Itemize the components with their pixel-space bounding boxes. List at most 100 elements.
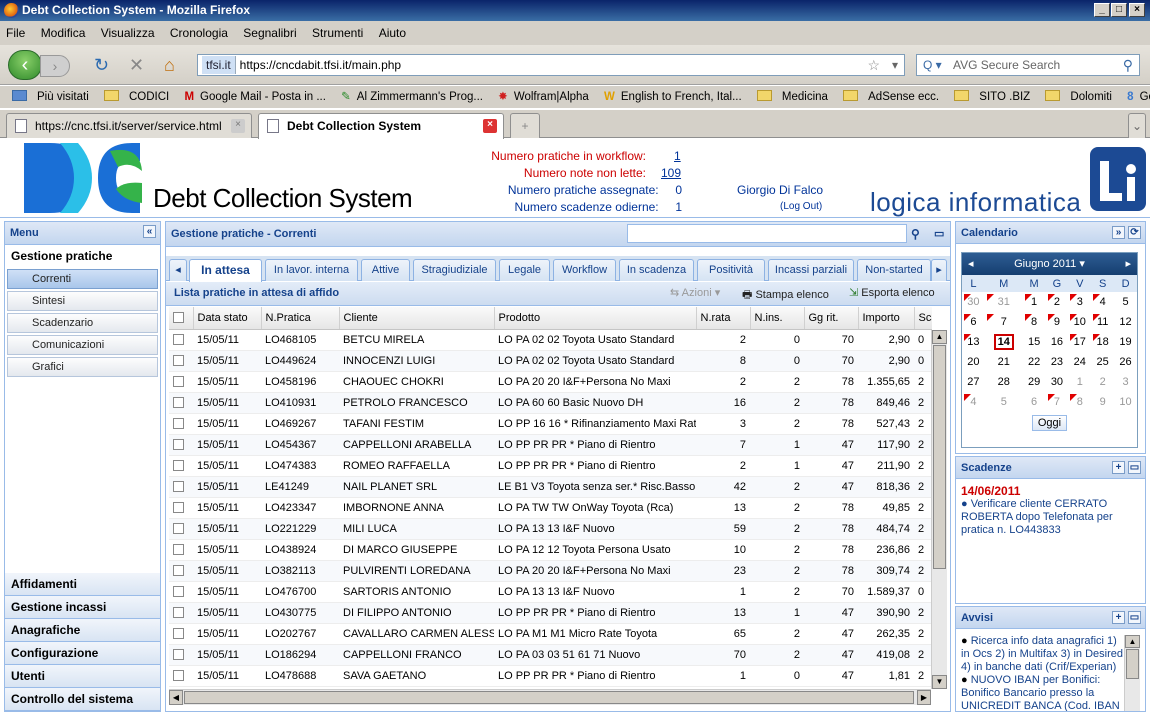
calendar-day[interactable]: 24 bbox=[1068, 352, 1091, 372]
stop-icon[interactable]: ✕ bbox=[129, 55, 144, 75]
table-row[interactable]: 15/05/11 LO458196 CHAOUEC CHOKRI LO PA 20 2… bbox=[169, 371, 932, 393]
new-tab-button[interactable]: + bbox=[510, 113, 540, 138]
expand-panel-icon[interactable]: » bbox=[1112, 226, 1125, 239]
reload-icon[interactable]: ↻ bbox=[94, 55, 109, 75]
search-icon[interactable]: ⚲ bbox=[911, 222, 920, 247]
scroll-right-icon[interactable]: ▶ bbox=[917, 690, 931, 705]
table-row[interactable]: 15/05/11 LO221229 MILI LUCA LO PA 13 13 I&F… bbox=[169, 518, 932, 540]
calendar-day[interactable]: 5 bbox=[985, 392, 1023, 412]
menu-section-affidamenti[interactable]: Affidamenti bbox=[5, 573, 160, 596]
row-checkbox[interactable] bbox=[169, 623, 193, 645]
calendar-month-label[interactable]: Giugno 2011 bbox=[1014, 258, 1076, 270]
calendar-day[interactable]: 8 bbox=[1068, 392, 1091, 412]
back-button[interactable]: ‹ bbox=[8, 50, 42, 80]
row-checkbox[interactable] bbox=[169, 413, 193, 435]
bookmark-zimmermann[interactable]: ✎ Al Zimmermann's Prog... bbox=[335, 86, 483, 108]
row-checkbox[interactable] bbox=[169, 476, 193, 498]
calendar-day[interactable]: 2 bbox=[1046, 292, 1069, 312]
col-prodotto[interactable]: Prodotto bbox=[494, 307, 697, 330]
table-row[interactable]: 15/05/11 LO476700 SARTORIS ANTONIO LO PA 13… bbox=[169, 581, 932, 603]
collapse-menu-icon[interactable]: « bbox=[143, 225, 156, 238]
tabs-scroll-right-icon[interactable]: ▸ bbox=[931, 259, 947, 281]
col-gg-rit[interactable]: Gg rit. bbox=[804, 307, 859, 330]
calendar-day[interactable]: 23 bbox=[1046, 352, 1069, 372]
table-row[interactable]: 15/05/11 LO186294 CAPPELLONI FRANCO LO PA 0… bbox=[169, 644, 932, 666]
calendar-day[interactable]: 22 bbox=[1023, 352, 1046, 372]
calendar-day[interactable]: 4 bbox=[962, 392, 985, 412]
menu-item-scadenzario[interactable]: Scadenzario bbox=[7, 313, 158, 333]
calendar-day[interactable]: 1 bbox=[1023, 292, 1046, 312]
menu-section-anagrafiche[interactable]: Anagrafiche bbox=[5, 619, 160, 642]
menu-item-sintesi[interactable]: Sintesi bbox=[7, 291, 158, 311]
scroll-down-icon[interactable]: ▼ bbox=[932, 675, 947, 689]
calendar-day[interactable]: 2 bbox=[1091, 372, 1114, 392]
row-checkbox[interactable] bbox=[169, 455, 193, 477]
bookmark-adsense[interactable]: AdSense ecc. bbox=[837, 86, 939, 108]
address-bar[interactable]: tfsi.it https://cncdabit.tfsi.it/main.php… bbox=[197, 54, 905, 76]
calendar-day[interactable]: 7 bbox=[985, 312, 1023, 332]
maximize-button[interactable]: □ bbox=[1111, 3, 1127, 17]
calendar-day[interactable]: 6 bbox=[962, 312, 985, 332]
azioni-button[interactable]: ⇆ Azioni ▾ bbox=[670, 286, 720, 299]
today-button[interactable]: Oggi bbox=[1031, 415, 1068, 431]
bookmark-dolomiti[interactable]: Dolomiti bbox=[1039, 86, 1112, 108]
calendar-day[interactable]: 26 bbox=[1114, 352, 1137, 372]
table-row[interactable]: 15/05/11 LO478688 SAVA GAETANO LO PP PR PR … bbox=[169, 665, 932, 687]
tab-list-button[interactable]: ⌄ bbox=[1128, 113, 1146, 138]
notice-item[interactable]: ● NUOVO IBAN per Bonifici: Bonifico Banc… bbox=[961, 674, 1123, 711]
table-row[interactable]: 15/05/11 LO449624 INNOCENZI LUIGI LO PA 02 … bbox=[169, 350, 932, 372]
calendar-day[interactable]: 12 bbox=[1114, 312, 1137, 332]
tab-workflow[interactable]: Workflow bbox=[553, 259, 616, 281]
close-tab-icon[interactable]: × bbox=[483, 119, 497, 133]
tab-in-attesa[interactable]: In attesa bbox=[189, 259, 262, 282]
col-n-pratica[interactable]: N.Pratica bbox=[261, 307, 340, 330]
row-checkbox[interactable] bbox=[169, 602, 193, 624]
table-row[interactable]: 15/05/11 LO474383 ROMEO RAFFAELLA LO PP PR … bbox=[169, 455, 932, 477]
menu-section-configurazione[interactable]: Configurazione bbox=[5, 642, 160, 665]
site-identity[interactable]: tfsi.it bbox=[202, 56, 236, 74]
bookmark-google-calendar[interactable]: 8 Google Calendar bbox=[1121, 86, 1150, 108]
menu-item-comunicazioni[interactable]: Comunicazioni bbox=[7, 335, 158, 355]
row-checkbox[interactable] bbox=[169, 560, 193, 582]
calendar-day[interactable]: 16 bbox=[1046, 332, 1069, 352]
calendar-day-today[interactable]: 14 bbox=[985, 332, 1023, 352]
calendar-day[interactable]: 11 bbox=[1091, 312, 1114, 332]
calendar-day[interactable]: 10 bbox=[1114, 392, 1137, 412]
stat-notes-value[interactable]: 109 bbox=[661, 166, 681, 180]
calendar-day[interactable]: 18 bbox=[1091, 332, 1114, 352]
select-all-checkbox[interactable] bbox=[169, 307, 194, 330]
calendar-day[interactable]: 20 bbox=[962, 352, 985, 372]
col-importo[interactable]: Importo bbox=[858, 307, 915, 330]
month-picker-icon[interactable]: ▾ bbox=[1079, 258, 1085, 270]
minimize-button[interactable]: _ bbox=[1094, 3, 1110, 17]
tab-non-started[interactable]: Non-started bbox=[857, 259, 931, 281]
tabs-scroll-left-icon[interactable]: ◂ bbox=[169, 259, 187, 281]
calendar-day[interactable]: 1 bbox=[1068, 372, 1091, 392]
scroll-up-icon[interactable]: ▲ bbox=[932, 330, 947, 344]
close-tab-icon[interactable]: × bbox=[231, 119, 245, 133]
stat-workflow-value[interactable]: 1 bbox=[674, 149, 681, 163]
table-row[interactable]: 15/05/11 LO410931 PETROLO FRANCESCO LO PA 6… bbox=[169, 392, 932, 414]
row-checkbox[interactable] bbox=[169, 581, 193, 603]
tab-stragiudiziale[interactable]: Stragiudiziale bbox=[413, 259, 496, 281]
calendar-day[interactable]: 27 bbox=[962, 372, 985, 392]
col-n-rata[interactable]: N.rata bbox=[696, 307, 751, 330]
bookmark-medicina[interactable]: Medicina bbox=[751, 86, 828, 108]
row-checkbox[interactable] bbox=[169, 518, 193, 540]
refresh-panel-icon[interactable]: ⟳ bbox=[1128, 226, 1141, 239]
table-row[interactable]: 15/05/11 LO469267 TAFANI FESTIM LO PP 16 16… bbox=[169, 413, 932, 435]
row-checkbox[interactable] bbox=[169, 644, 193, 666]
logout-link[interactable]: (Log Out) bbox=[780, 201, 822, 212]
calendar-day[interactable]: 31 bbox=[985, 292, 1023, 312]
menu-section-utenti[interactable]: Utenti bbox=[5, 665, 160, 688]
col-cliente[interactable]: Cliente bbox=[339, 307, 495, 330]
grid-horizontal-scrollbar[interactable]: ◀ ▶ bbox=[169, 689, 931, 705]
bookmark-translate[interactable]: W English to French, Ital... bbox=[598, 86, 742, 108]
calendar-day[interactable]: 28 bbox=[985, 372, 1023, 392]
add-deadline-icon[interactable]: + bbox=[1112, 461, 1125, 474]
calendar-day[interactable]: 4 bbox=[1091, 292, 1114, 312]
menu-cronologia[interactable]: Cronologia bbox=[164, 21, 234, 45]
table-row[interactable]: 15/05/11 LO430775 DI FILIPPO ANTONIO LO PP … bbox=[169, 602, 932, 624]
menu-item-correnti[interactable]: Correnti bbox=[7, 269, 158, 289]
bookmark-codici[interactable]: CODICI bbox=[98, 86, 169, 108]
